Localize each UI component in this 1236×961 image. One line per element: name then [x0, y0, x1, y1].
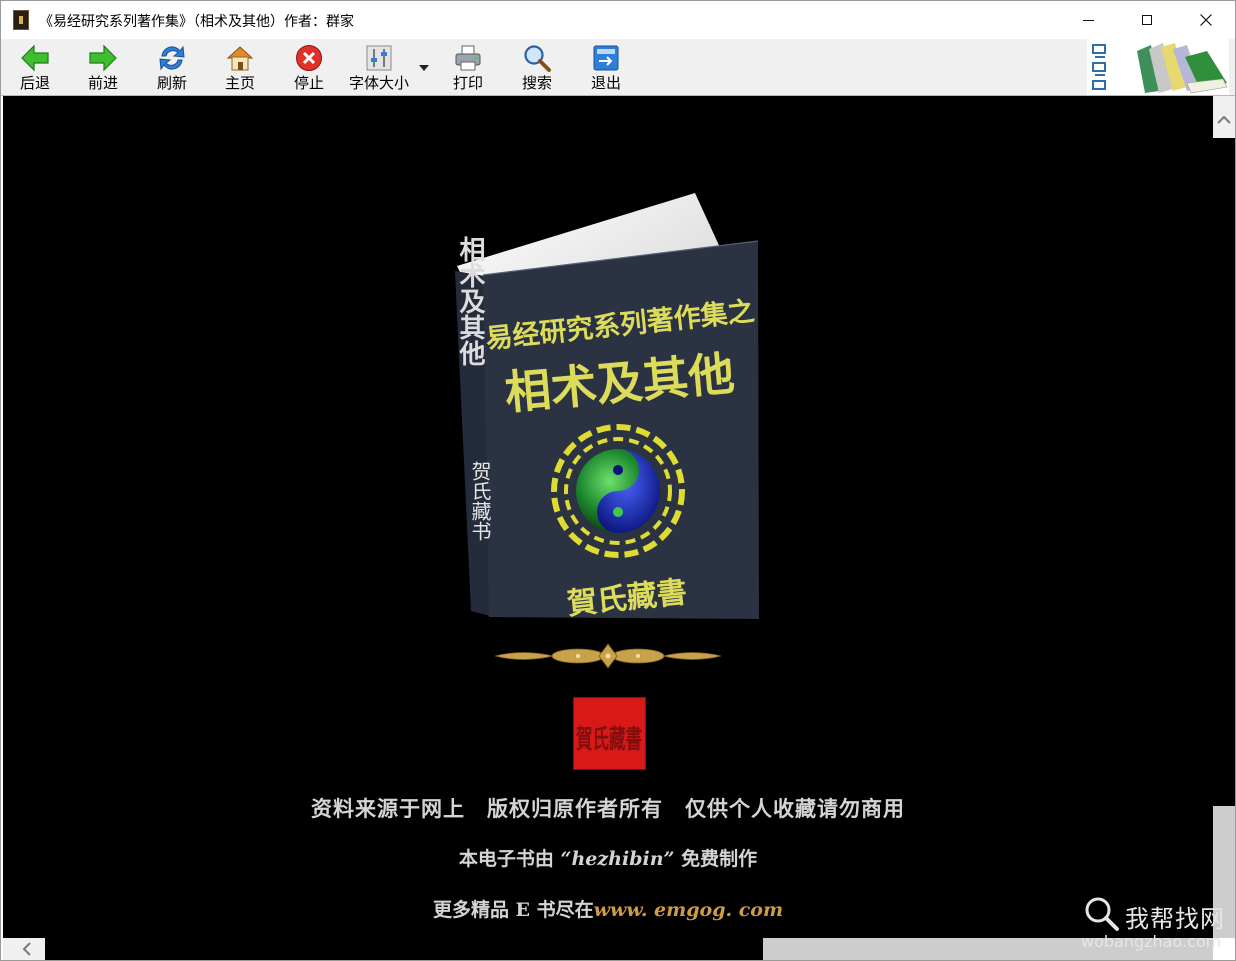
refresh-button[interactable]: 刷新 — [140, 41, 204, 93]
font-size-icon — [366, 45, 392, 71]
more-books-prefix: 更多精品 E 书尽在 — [432, 899, 594, 921]
app-window: 《易经研究系列著作集》（相术及其他）作者：群家 后退 前进 刷新 主页 停止 字… — [0, 0, 1236, 961]
horizontal-scrollbar[interactable] — [3, 938, 1213, 960]
maximize-button[interactable] — [1118, 1, 1176, 39]
vertical-scrollbar[interactable] — [1213, 96, 1235, 938]
exit-button[interactable]: 退出 — [574, 41, 638, 93]
title-bar: 《易经研究系列著作集》（相术及其他）作者：群家 — [1, 1, 1235, 39]
chevron-left-icon — [22, 942, 31, 956]
magnifier-icon — [524, 45, 551, 72]
print-label: 打印 — [452, 74, 483, 92]
maker-credit: 本电子书由 “hezhibin” 免费制作 — [3, 844, 1213, 871]
minimize-button[interactable] — [1059, 1, 1117, 39]
ornament-divider — [494, 643, 722, 669]
scroll-up-button[interactable] — [1213, 96, 1235, 138]
maker-credit-prefix: 本电子书由 — [458, 848, 554, 870]
close-button[interactable] — [1177, 1, 1235, 39]
home-label: 主页 — [224, 74, 255, 92]
book-cover: 易经研究系列著作集之 相术及其他 賀氏藏書 相术及其他 贺氏藏书 — [455, 193, 759, 622]
copyright-notice: 资料来源于网上 版权归原作者所有 仅供个人收藏请勿商用 — [311, 796, 905, 821]
refresh-label: 刷新 — [156, 74, 187, 92]
forward-button[interactable]: 前进 — [71, 41, 135, 93]
printer-icon — [455, 45, 481, 71]
back-arrow-icon — [21, 44, 49, 72]
stop-button[interactable]: 停止 — [277, 41, 341, 93]
spine-title: 相术及其他 — [455, 236, 486, 366]
search-label: 搜索 — [521, 74, 552, 92]
maker-name: “hezhibin” — [560, 848, 675, 870]
watermark-search-icon — [1085, 897, 1119, 931]
maximize-icon — [1142, 15, 1152, 25]
stop-icon — [296, 45, 322, 71]
exit-label: 退出 — [590, 74, 621, 92]
close-icon — [1200, 14, 1212, 26]
stop-label: 停止 — [293, 74, 324, 92]
chevron-up-icon — [1217, 115, 1231, 124]
forward-arrow-icon — [89, 44, 117, 72]
window-title: 《易经研究系列著作集》（相术及其他）作者：群家 — [39, 14, 354, 30]
font-size-button[interactable]: 字体大小 — [346, 41, 412, 93]
more-books-line: 更多精品 E 书尽在www. emgog. com — [3, 895, 1213, 922]
exit-icon — [593, 45, 619, 71]
refresh-icon — [159, 45, 185, 71]
app-icon — [13, 10, 29, 30]
home-icon — [226, 46, 254, 71]
maker-credit-suffix: 免费制作 — [681, 848, 758, 870]
print-button[interactable]: 打印 — [436, 41, 500, 93]
books-logo — [1087, 39, 1229, 95]
home-button[interactable]: 主页 — [208, 41, 272, 93]
search-button[interactable]: 搜索 — [505, 41, 569, 93]
toolbar: 后退 前进 刷新 主页 停止 字体大小 打印 搜索 退出 — [1, 39, 1235, 96]
spine-publisher: 贺氏藏书 — [468, 461, 492, 541]
content-area: 易经研究系列著作集之 相术及其他 賀氏藏書 相术及其他 贺氏藏书 賀氏藏書 资料… — [3, 96, 1213, 938]
scroll-left-button[interactable] — [3, 938, 45, 960]
minimize-icon — [1082, 19, 1094, 21]
chevron-down-icon[interactable] — [417, 61, 431, 75]
red-seal-stamp: 賀氏藏書 — [573, 697, 646, 770]
forward-label: 前进 — [87, 74, 118, 92]
seal-text: 賀氏藏書 — [575, 725, 642, 755]
watermark-text: 我帮找网 — [1125, 905, 1225, 933]
back-label: 后退 — [19, 74, 50, 92]
back-button[interactable]: 后退 — [3, 41, 67, 93]
site-watermark: 我帮找网 wobangzhao.com — [1081, 896, 1231, 956]
watermark-domain: wobangzhao.com — [1081, 932, 1222, 951]
website-link[interactable]: www. emgog. com — [594, 899, 783, 921]
font-size-label: 字体大小 — [348, 74, 409, 92]
